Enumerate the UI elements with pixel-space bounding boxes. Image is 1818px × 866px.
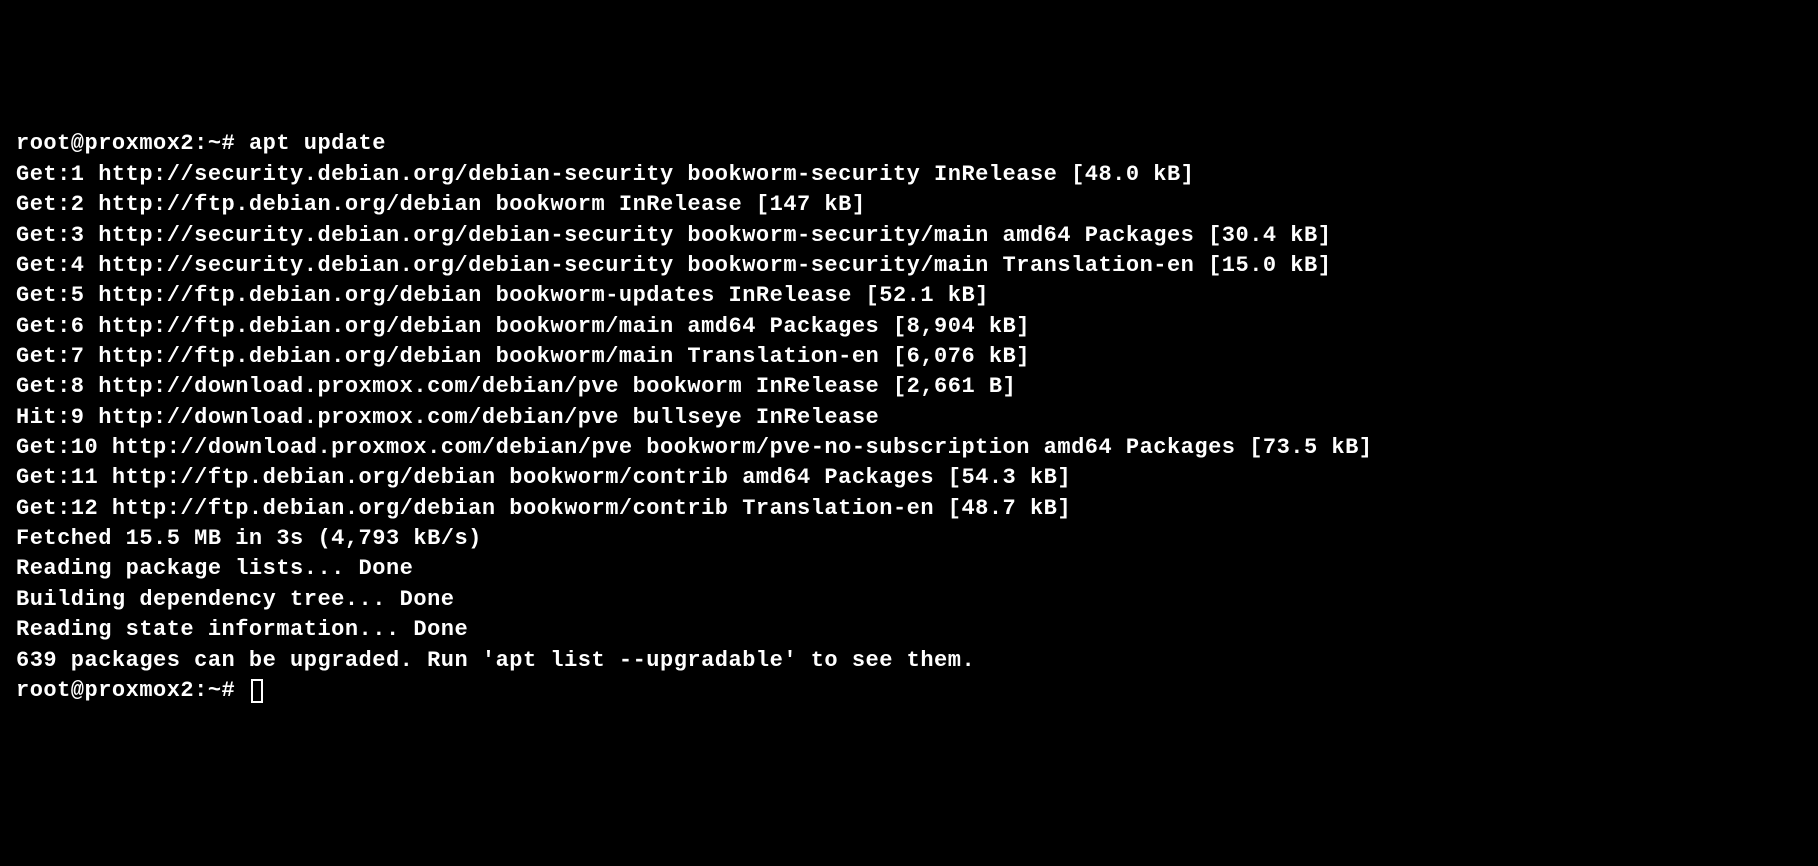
output-line: Building dependency tree... Done [16,587,454,612]
cursor-icon [251,679,263,703]
output-line: Get:6 http://ftp.debian.org/debian bookw… [16,314,1030,339]
command-input: apt update [249,131,386,156]
output-line: Get:8 http://download.proxmox.com/debian… [16,374,1016,399]
output-line: Get:3 http://security.debian.org/debian-… [16,223,1331,248]
output-line: Get:2 http://ftp.debian.org/debian bookw… [16,192,866,217]
output-line: Fetched 15.5 MB in 3s (4,793 kB/s) [16,526,482,551]
output-line: Reading package lists... Done [16,556,413,581]
output-line: Reading state information... Done [16,617,468,642]
output-line: 639 packages can be upgraded. Run 'apt l… [16,648,975,673]
output-line: Get:12 http://ftp.debian.org/debian book… [16,496,1071,521]
output-line: Get:7 http://ftp.debian.org/debian bookw… [16,344,1030,369]
shell-prompt: root@proxmox2:~# [16,131,235,156]
output-line: Get:4 http://security.debian.org/debian-… [16,253,1331,278]
shell-prompt: root@proxmox2:~# [16,678,235,703]
terminal-window[interactable]: root@proxmox2:~# apt update Get:1 http:/… [16,129,1802,706]
output-line: Hit:9 http://download.proxmox.com/debian… [16,405,879,430]
output-line: Get:10 http://download.proxmox.com/debia… [16,435,1373,460]
output-line: Get:1 http://security.debian.org/debian-… [16,162,1194,187]
output-line: Get:11 http://ftp.debian.org/debian book… [16,465,1071,490]
output-line: Get:5 http://ftp.debian.org/debian bookw… [16,283,989,308]
